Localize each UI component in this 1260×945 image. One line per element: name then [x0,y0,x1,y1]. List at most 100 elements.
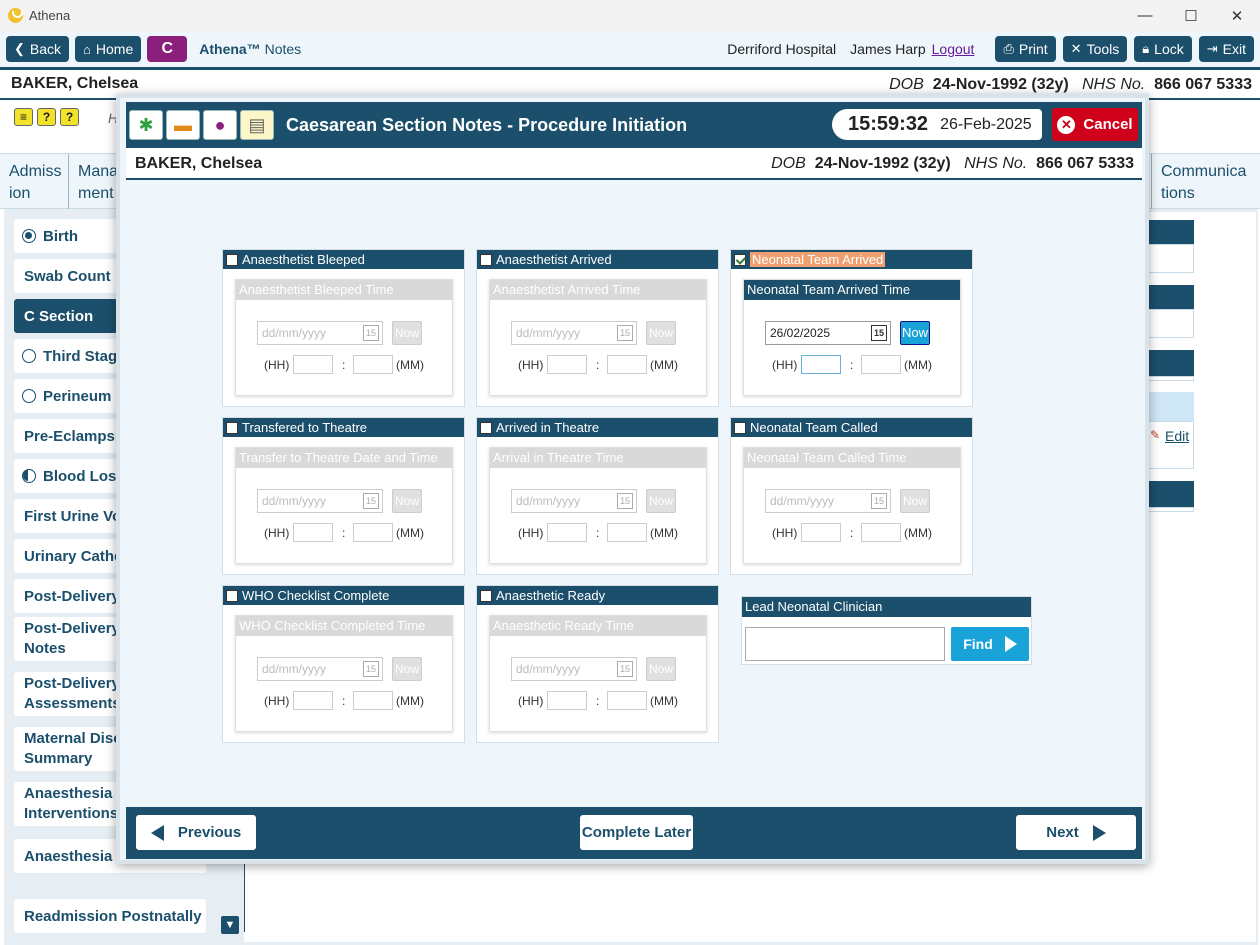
calendar-icon[interactable]: 15 [871,493,887,509]
help-icon[interactable]: ? [37,108,56,126]
minutes-input[interactable] [607,355,647,374]
exit-button[interactable]: ⇥ Exit [1198,36,1254,62]
lock-label: Lock [1154,41,1184,57]
calendar-icon[interactable]: 15 [617,493,633,509]
back-button[interactable]: ❮ Back [6,36,70,62]
now-button[interactable]: Now [392,321,422,345]
event-panel: Transfered to Theatre Transfer to Theatre… [222,417,465,575]
right-panel-highlight [1145,392,1194,421]
hours-label: (HH) [518,526,544,540]
now-button[interactable]: Now [392,657,422,681]
now-button[interactable]: Now [646,321,676,345]
calendar-icon[interactable]: 15 [363,661,379,677]
tab-communications[interactable]: Communica tions [1151,154,1260,209]
now-button[interactable]: Now [646,657,676,681]
notes-icon[interactable]: ▤ [240,110,274,140]
person-icon[interactable]: ● [203,110,237,140]
sidebar-item-label: Post-Delivery [24,587,120,605]
sidebar-item-label: Post-Delivery Assessments [24,675,121,712]
tab-label: Mana ment [78,163,119,202]
event-checkbox[interactable] [734,421,746,434]
alert-list-icon[interactable]: ≡ [14,108,33,126]
event-checkbox[interactable] [734,253,746,266]
event-time-label: WHO Checklist Completed Time [236,616,452,636]
date-value: dd/mm/yyyy [262,326,327,340]
lead-neonatal-clinician-label: Lead Neonatal Clinician [742,597,1031,617]
back-label: Back [29,41,62,57]
event-checkbox[interactable] [226,589,238,602]
print-button[interactable]: ⎙ Print [995,36,1056,62]
previous-label: Previous [177,824,242,841]
now-button[interactable]: Now [392,489,422,513]
now-button[interactable]: Now [900,321,930,345]
minutes-label: (MM) [904,526,932,540]
date-input[interactable]: dd/mm/yyyy 15 [511,657,637,681]
tools-button[interactable]: ✕ Tools [1062,36,1128,62]
tab-admission[interactable]: Admiss ion [0,154,69,209]
event-panel-header: WHO Checklist Complete [223,586,464,605]
minimize-icon[interactable]: — [1122,0,1168,31]
minutes-input[interactable] [353,691,393,710]
date-input[interactable]: dd/mm/yyyy 15 [257,321,383,345]
event-checkbox[interactable] [226,253,238,266]
sidebar-item-label: Anaesthesia Interventions [24,785,119,822]
minutes-input[interactable] [861,355,901,374]
time-separator: : [596,694,600,708]
hours-input[interactable] [293,691,333,710]
sidebar-item[interactable]: Readmission Postnatally [14,899,206,933]
scroll-down-icon[interactable]: ▼ [221,916,239,934]
now-button[interactable]: Now [900,489,930,513]
tab-management[interactable]: Mana ment [69,154,121,209]
now-button[interactable]: Now [646,489,676,513]
minutes-input[interactable] [607,691,647,710]
hours-input[interactable] [547,355,587,374]
date-input[interactable]: dd/mm/yyyy 15 [257,489,383,513]
maximize-icon[interactable]: ☐ [1168,0,1214,31]
event-checkbox[interactable] [480,421,492,434]
date-input[interactable]: 26/02/2025 15 [765,321,891,345]
help-icon[interactable]: ? [60,108,79,126]
right-panel-header [1145,350,1194,376]
hours-input[interactable] [547,523,587,542]
date-input[interactable]: dd/mm/yyyy 15 [257,657,383,681]
logout-link[interactable]: Logout [932,41,975,57]
hours-input[interactable] [293,355,333,374]
calendar-icon[interactable]: 15 [617,661,633,677]
lead-neonatal-clinician-input[interactable] [745,627,945,661]
c-button[interactable]: C [147,36,188,62]
date-value: dd/mm/yyyy [516,326,581,340]
event-checkbox[interactable] [480,589,492,602]
home-button[interactable]: ⌂ Home [75,36,142,62]
find-button[interactable]: Find [951,627,1029,661]
right-panel-body [1145,376,1194,381]
cancel-button[interactable]: ✕ Cancel [1052,108,1138,141]
close-icon[interactable]: ✕ [1214,0,1260,31]
minutes-input[interactable] [353,523,393,542]
date-input[interactable]: dd/mm/yyyy 15 [511,489,637,513]
calendar-icon[interactable]: 15 [617,325,633,341]
event-checkbox[interactable] [480,253,492,266]
minutes-label: (MM) [650,358,678,372]
lock-button[interactable]: 🔒︎ Lock [1134,36,1192,62]
flower-icon[interactable]: ✱ [129,110,163,140]
complete-later-button[interactable]: Complete Later [580,815,693,850]
event-checkbox[interactable] [226,421,238,434]
date-input[interactable]: dd/mm/yyyy 15 [511,321,637,345]
medication-icon[interactable]: ▬ [166,110,200,140]
event-panel: Arrived in Theatre Arrival in Theatre Tim… [476,417,719,575]
minutes-input[interactable] [861,523,901,542]
calendar-icon[interactable]: 15 [363,325,379,341]
event-panel-header: Neonatal Team Called [731,418,972,437]
hours-input[interactable] [547,691,587,710]
minutes-input[interactable] [353,355,393,374]
hours-input[interactable] [801,523,841,542]
calendar-icon[interactable]: 15 [363,493,379,509]
next-button[interactable]: Next [1016,815,1136,850]
hours-input[interactable] [801,355,841,374]
date-input[interactable]: dd/mm/yyyy 15 [765,489,891,513]
hours-input[interactable] [293,523,333,542]
minutes-input[interactable] [607,523,647,542]
edit-link[interactable]: Edit [1165,428,1189,444]
previous-button[interactable]: Previous [136,815,256,850]
calendar-icon[interactable]: 15 [871,325,887,341]
